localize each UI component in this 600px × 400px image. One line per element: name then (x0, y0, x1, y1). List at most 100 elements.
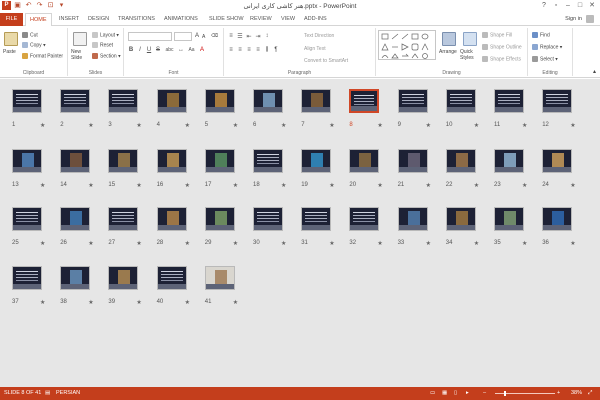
slide-thumbnail[interactable] (349, 207, 380, 231)
slide-thumbnail[interactable] (542, 207, 573, 231)
zoom-out-button[interactable]: – (483, 390, 486, 396)
slide-show-view-icon[interactable]: ▸ (466, 390, 469, 396)
strikethrough-button[interactable]: S (155, 47, 161, 53)
transition-star-icon[interactable]: ★ (185, 299, 190, 306)
zoom-level[interactable]: 38% (571, 390, 582, 396)
tab-view[interactable]: VIEW (277, 13, 299, 26)
tab-insert[interactable]: INSERT (55, 13, 83, 26)
slide-thumbnail[interactable] (108, 207, 139, 231)
ribbon-display-button[interactable]: ▫ (550, 0, 562, 11)
slide-thumbnail[interactable] (301, 89, 332, 113)
slide-thumbnail[interactable] (445, 149, 476, 173)
slide-thumbnail[interactable] (108, 266, 139, 290)
transition-star-icon[interactable]: ★ (136, 240, 141, 247)
align-center-icon[interactable]: ≡ (237, 47, 243, 54)
slide-thumbnail[interactable] (156, 89, 187, 113)
slide-thumbnail[interactable] (445, 207, 476, 231)
zoom-slider-handle[interactable] (504, 391, 507, 396)
transition-star-icon[interactable]: ★ (233, 122, 238, 129)
slide-thumbnail[interactable] (60, 89, 91, 113)
slide-thumbnail[interactable] (12, 207, 42, 231)
transition-star-icon[interactable]: ★ (570, 122, 575, 129)
transition-star-icon[interactable]: ★ (88, 299, 93, 306)
quick-styles-button[interactable]: Quick Styles (460, 49, 478, 61)
character-spacing-icon[interactable]: ↔ (178, 47, 184, 53)
bold-button[interactable]: B (128, 47, 134, 53)
slide-thumbnail[interactable] (301, 207, 332, 231)
transition-star-icon[interactable]: ★ (136, 122, 141, 129)
language-indicator[interactable]: PERSIAN (56, 390, 80, 396)
replace-button[interactable]: Replace ▾ (532, 44, 562, 50)
fit-to-window-icon[interactable]: ⤢ (588, 390, 592, 397)
transition-star-icon[interactable]: ★ (281, 182, 286, 189)
transition-star-icon[interactable]: ★ (40, 182, 45, 189)
slide-thumbnail[interactable] (253, 149, 283, 173)
slide-thumbnail[interactable] (349, 149, 380, 173)
transition-star-icon[interactable]: ★ (474, 240, 479, 247)
transition-star-icon[interactable]: ★ (40, 122, 45, 129)
transition-star-icon[interactable]: ★ (329, 182, 334, 189)
transition-star-icon[interactable]: ★ (426, 240, 431, 247)
slide-thumbnail[interactable] (301, 149, 332, 173)
align-right-icon[interactable]: ≡ (246, 47, 252, 54)
transition-star-icon[interactable]: ★ (233, 182, 238, 189)
transition-star-icon[interactable]: ★ (88, 182, 93, 189)
slide-thumbnail[interactable] (494, 207, 524, 231)
font-color-icon[interactable]: A (199, 47, 205, 53)
bullets-icon[interactable]: ≡ (228, 33, 234, 40)
slide-thumbnail[interactable] (397, 89, 428, 113)
transition-star-icon[interactable]: ★ (136, 299, 141, 306)
transition-star-icon[interactable]: ★ (136, 182, 141, 189)
cut-button[interactable]: Cut (22, 32, 38, 38)
transition-star-icon[interactable]: ★ (88, 122, 93, 129)
transition-star-icon[interactable]: ★ (474, 182, 479, 189)
italic-button[interactable]: I (137, 47, 143, 53)
tab-design[interactable]: DESIGN (84, 13, 113, 26)
transition-star-icon[interactable]: ★ (233, 240, 238, 247)
transition-star-icon[interactable]: ★ (377, 122, 382, 129)
transition-star-icon[interactable]: ★ (40, 240, 45, 247)
columns-icon[interactable]: ⫼ (264, 47, 270, 54)
collapse-ribbon-icon[interactable]: ▴ (593, 68, 596, 75)
slide-thumbnail[interactable] (494, 89, 524, 113)
arrange-icon[interactable] (442, 32, 456, 46)
format-painter-button[interactable]: Format Painter (22, 53, 63, 59)
shape-fill-button[interactable]: Shape Fill (482, 32, 512, 38)
transition-star-icon[interactable]: ★ (88, 240, 93, 247)
line-spacing-icon[interactable]: ↕ (264, 33, 270, 40)
align-left-icon[interactable]: ≡ (228, 47, 234, 54)
align-text-button[interactable]: Align Text (304, 46, 326, 52)
quick-styles-icon[interactable] (463, 32, 477, 46)
slide-thumbnail[interactable] (445, 89, 476, 113)
transition-star-icon[interactable]: ★ (522, 240, 527, 247)
reading-view-icon[interactable]: ▯ (454, 390, 457, 396)
section-button[interactable]: Section ▾ (92, 53, 121, 59)
slide-thumbnail[interactable] (542, 89, 573, 113)
slide-thumbnail[interactable] (542, 149, 573, 173)
font-size-box[interactable] (174, 32, 192, 41)
transition-star-icon[interactable]: ★ (522, 122, 527, 129)
select-button[interactable]: Select ▾ (532, 56, 558, 62)
transition-star-icon[interactable]: ★ (329, 240, 334, 247)
transition-star-icon[interactable]: ★ (329, 122, 334, 129)
transition-star-icon[interactable]: ★ (233, 299, 238, 306)
tab-add-ins[interactable]: ADD-INS (300, 13, 331, 26)
transition-star-icon[interactable]: ★ (570, 182, 575, 189)
slide-thumbnail[interactable] (204, 207, 235, 231)
slide-thumbnail[interactable] (60, 266, 91, 290)
clear-formatting-icon[interactable]: ⌫ (211, 33, 218, 39)
slide-thumbnail[interactable] (156, 266, 187, 290)
shape-outline-button[interactable]: Shape Outline (482, 44, 522, 50)
tab-animations[interactable]: ANIMATIONS (160, 13, 202, 26)
slide-thumbnail[interactable] (494, 149, 524, 173)
zoom-slider[interactable] (495, 391, 555, 396)
transition-star-icon[interactable]: ★ (377, 240, 382, 247)
maximize-button[interactable]: □ (574, 0, 586, 11)
avatar[interactable] (586, 15, 594, 23)
find-button[interactable]: Find (532, 32, 550, 38)
reset-button[interactable]: Reset (92, 42, 113, 48)
change-case-button[interactable]: Aa (187, 47, 196, 53)
slide-thumbnail[interactable] (156, 207, 187, 231)
slide-thumbnail[interactable] (397, 207, 428, 231)
transition-star-icon[interactable]: ★ (570, 240, 575, 247)
